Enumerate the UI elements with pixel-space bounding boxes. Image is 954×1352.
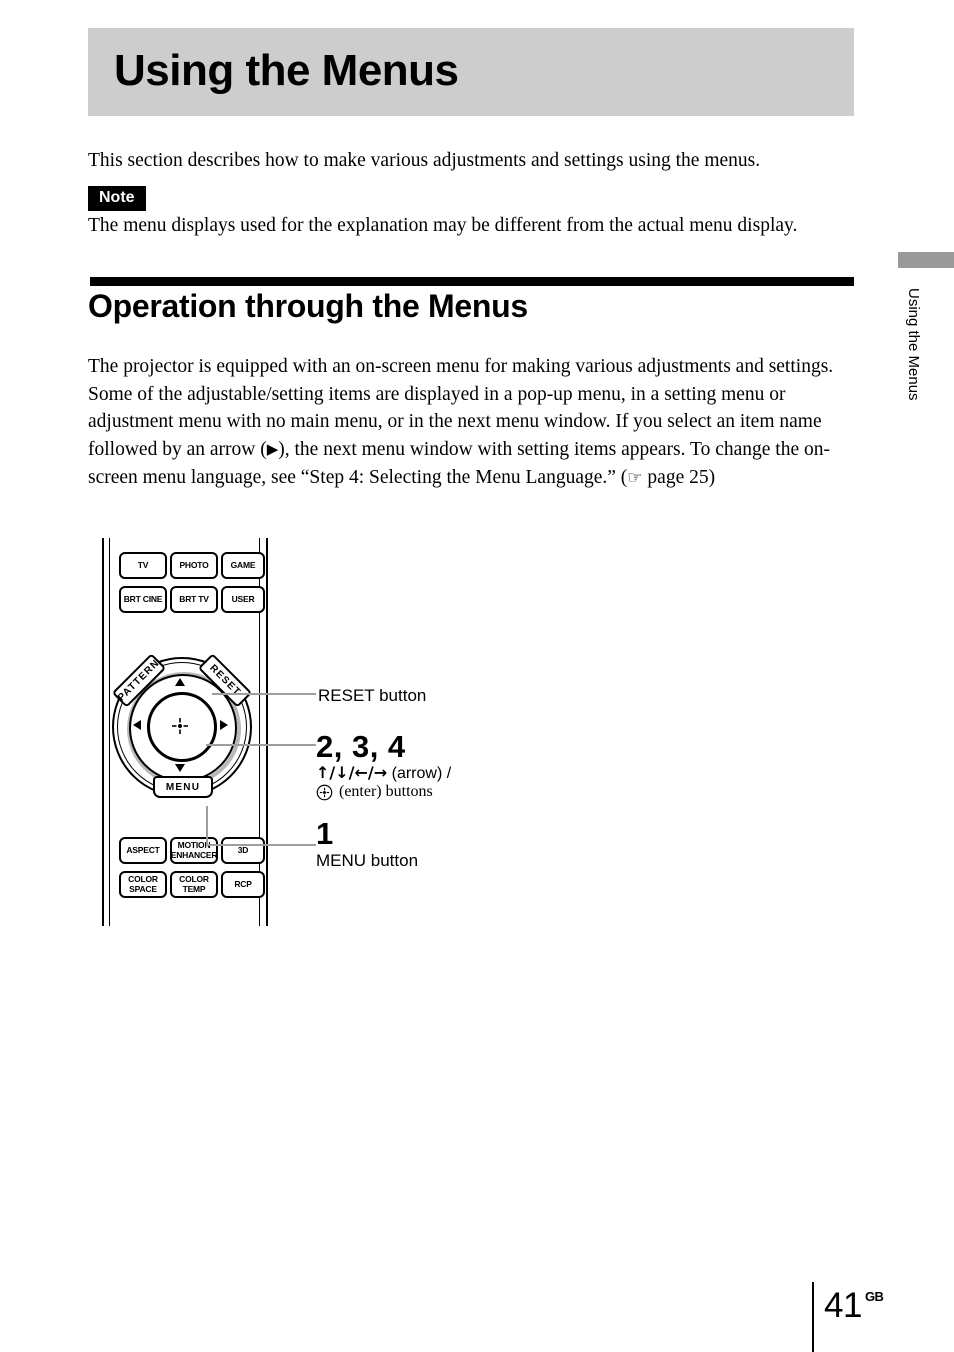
remote-control-illustration: TV PHOTO GAME BRT CINE BRT TV USER PATTE… xyxy=(100,538,275,926)
remote-button-brt-tv[interactable]: BRT TV xyxy=(170,586,218,613)
remote-button-label: SPACE xyxy=(129,883,157,894)
remote-button-label: TEMP xyxy=(182,883,206,894)
remote-body-right-outer-edge xyxy=(266,538,268,926)
intro-paragraph: This section describes how to make vario… xyxy=(88,150,761,171)
remote-button-label: 3D xyxy=(237,845,249,855)
side-tab-label: Using the Menus xyxy=(905,288,922,401)
page-header-banner: Using the Menus xyxy=(88,28,854,116)
body-text-part3: page 25) xyxy=(642,467,716,488)
callout-arrow-desc: (arrow) / xyxy=(391,765,452,782)
callout-menu-button: MENU button xyxy=(316,851,419,870)
page-region-code: GB xyxy=(864,1289,884,1304)
callout-step-234: 2, 3, 4 xyxy=(316,729,406,764)
leader-line-menu-horizontal xyxy=(206,844,316,846)
section-body-paragraph: The projector is equipped with an on-scr… xyxy=(88,353,860,493)
remote-button-photo[interactable]: PHOTO xyxy=(170,552,218,579)
remote-button-label: GAME xyxy=(230,560,256,570)
remote-button-label: ENHANCER xyxy=(170,849,218,860)
remote-bottom-button-grid: ASPECT MOTION ENHANCER 3D COLOR SPACE CO… xyxy=(119,837,265,898)
remote-button-color-space[interactable]: COLOR SPACE xyxy=(119,871,167,898)
remote-button-menu[interactable]: MENU xyxy=(153,776,213,798)
remote-button-label: RCP xyxy=(234,879,252,889)
side-tab-marker xyxy=(898,252,954,268)
remote-button-label: BRT TV xyxy=(179,594,209,604)
enter-button-icon xyxy=(316,784,333,800)
dpad-right-arrow-icon[interactable] xyxy=(220,720,228,730)
callout-step-1: 1 xyxy=(316,816,334,851)
section-heading: Operation through the Menus xyxy=(88,288,528,324)
remote-button-3d[interactable]: 3D xyxy=(221,837,265,864)
callout-reset-button: RESET button xyxy=(318,686,427,705)
pointing-hand-icon: ☞ xyxy=(627,468,643,488)
remote-button-rcp[interactable]: RCP xyxy=(221,871,265,898)
callout-enter-button: (enter) buttons xyxy=(316,783,433,801)
remote-button-label: MENU xyxy=(165,781,201,793)
callout-enter-desc: (enter) buttons xyxy=(339,783,433,800)
leader-line-reset xyxy=(212,693,316,695)
remote-button-label: ASPECT xyxy=(126,845,160,855)
section-divider-rule xyxy=(90,277,854,286)
remote-button-label: USER xyxy=(231,594,255,604)
footer-vertical-rule xyxy=(812,1282,814,1352)
remote-button-user[interactable]: USER xyxy=(221,586,265,613)
dpad-left-arrow-icon[interactable] xyxy=(133,720,141,730)
remote-button-brt-cine[interactable]: BRT CINE xyxy=(119,586,167,613)
note-text: The menu displays used for the explanati… xyxy=(88,215,798,236)
remote-button-label: BRT CINE xyxy=(123,594,163,604)
dpad-down-arrow-icon[interactable] xyxy=(175,764,185,772)
remote-button-aspect[interactable]: ASPECT xyxy=(119,837,167,864)
remote-button-color-temp[interactable]: COLOR TEMP xyxy=(170,871,218,898)
note-badge: Note xyxy=(88,186,146,211)
arrow-keys-icon: ↑/↓/←/→ xyxy=(316,763,388,782)
remote-button-tv[interactable]: TV xyxy=(119,552,167,579)
callout-arrow-buttons: ↑/↓/←/→ (arrow) / xyxy=(316,763,451,783)
remote-top-button-grid: TV PHOTO GAME BRT CINE BRT TV USER xyxy=(119,552,265,613)
leader-line-arrows xyxy=(206,744,316,746)
remote-body-left-outer-edge xyxy=(102,538,104,926)
page-number: 41 GB xyxy=(824,1286,884,1326)
remote-button-motion-enhancer[interactable]: MOTION ENHANCER xyxy=(170,837,218,864)
leader-line-menu-vertical xyxy=(206,806,208,846)
page-number-value: 41 xyxy=(824,1286,862,1325)
dpad-center-crosshair-icon xyxy=(172,718,188,734)
remote-dpad-assembly: PATTERN RESET MENU xyxy=(109,653,259,808)
dpad-up-arrow-icon[interactable] xyxy=(175,678,185,686)
remote-button-label: TV xyxy=(137,560,149,570)
remote-button-label: PHOTO xyxy=(179,560,209,570)
remote-button-game[interactable]: GAME xyxy=(221,552,265,579)
page-title: Using the Menus xyxy=(114,46,459,95)
right-arrow-icon: ▶ xyxy=(266,441,279,458)
